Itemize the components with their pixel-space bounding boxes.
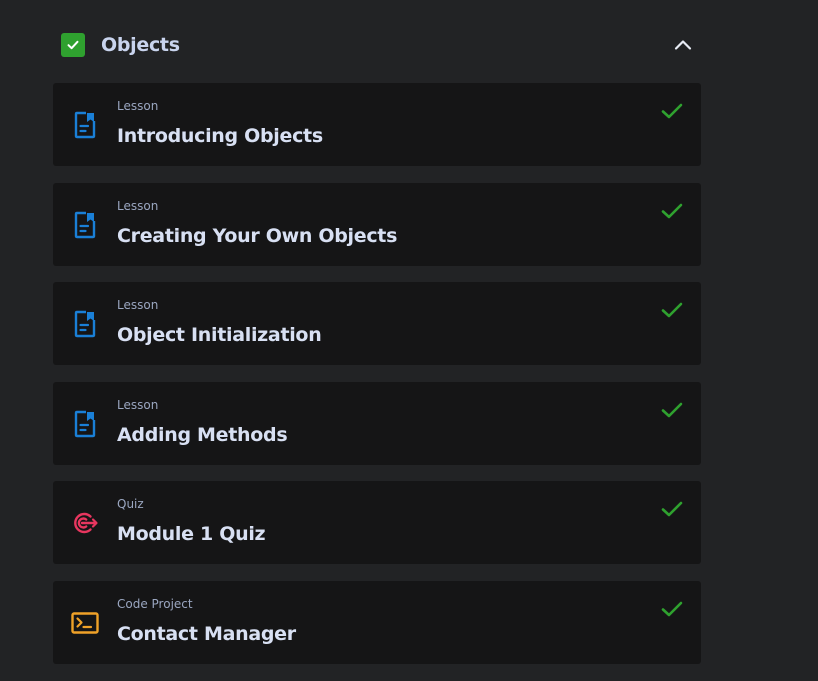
lesson-icon [71,310,99,338]
item-type-label: Lesson [117,397,159,412]
item-title: Object Initialization [117,324,322,347]
completed-check-icon [660,497,684,521]
list-item-lesson[interactable]: Lesson Adding Methods [53,381,701,465]
completed-check-icon [660,298,684,322]
lesson-icon [71,211,99,239]
item-type-label: Quiz [117,497,144,512]
item-type-label: Lesson [117,298,159,313]
item-type-label: Lesson [117,198,159,213]
list-item-lesson[interactable]: Lesson Creating Your Own Objects [53,182,701,266]
item-title: Contact Manager [117,622,296,645]
collapse-chevron-up-icon[interactable] [673,35,693,55]
item-type-label: Code Project [117,596,193,611]
item-type-label: Lesson [117,99,159,113]
list-item-lesson[interactable]: Lesson Object Initialization [53,282,701,366]
module-title: Objects [101,34,180,56]
completed-check-icon [660,199,684,223]
item-title: Module 1 Quiz [117,523,266,546]
module-item-list: Lesson Introducing Objects Lesson Creati… [53,83,701,681]
lesson-icon [71,111,99,139]
list-item-quiz[interactable]: Quiz Module 1 Quiz [53,481,701,565]
terminal-icon [71,609,99,637]
item-title: Creating Your Own Objects [117,224,398,247]
quiz-target-icon [71,509,99,537]
item-title: Introducing Objects [117,125,323,147]
completed-check-icon [660,597,684,621]
completed-check-icon [660,99,684,123]
module-complete-checkbox-icon [61,33,85,57]
list-item-lesson[interactable]: Lesson Introducing Objects [53,83,701,166]
module-header[interactable]: Objects [61,31,701,59]
completed-check-icon [660,398,684,422]
item-title: Adding Methods [117,423,288,446]
lesson-icon [71,410,99,438]
list-item-code-project[interactable]: Code Project Contact Manager [53,580,701,664]
